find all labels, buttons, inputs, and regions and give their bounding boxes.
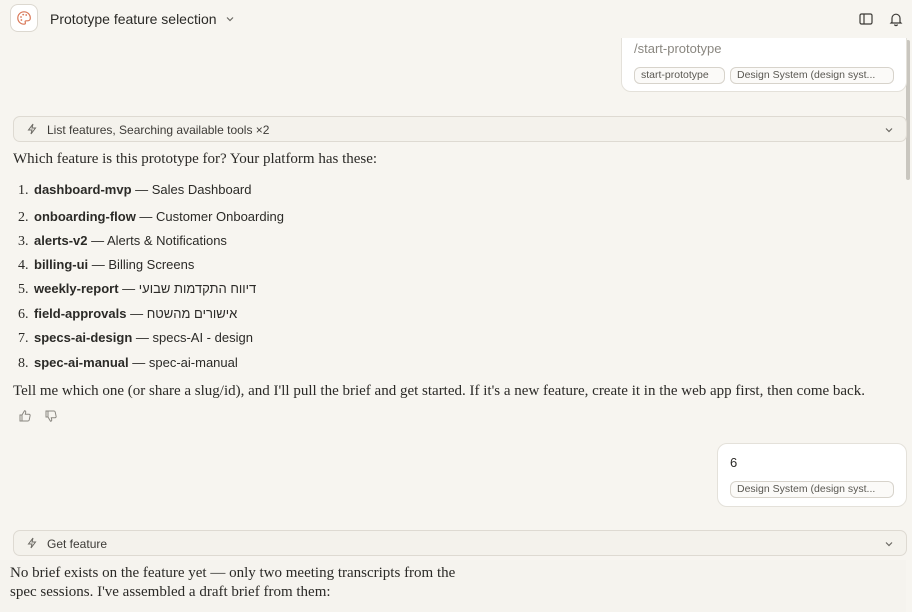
list-item: 2. onboarding-flow — Customer Onboarding: [18, 209, 284, 225]
app-header: Prototype feature selection: [0, 0, 912, 38]
user-reply-text: 6: [730, 455, 738, 470]
user-reply-card: 6 Design System (design syst...: [717, 443, 907, 507]
list-item: 5. weekly-report — דיווח התקדמות שבועי: [18, 281, 257, 297]
thumbs-down-icon[interactable]: [44, 409, 58, 423]
assistant-text-line: No brief exists on the feature yet — onl…: [10, 565, 456, 581]
app-logo-button[interactable]: [10, 4, 38, 32]
list-item: 3. alerts-v2 — Alerts & Notifications: [18, 233, 227, 249]
tool-call-label: Get feature: [47, 537, 108, 551]
thumbs-up-icon[interactable]: [18, 409, 32, 423]
bolt-icon: [27, 123, 37, 135]
conversation-title[interactable]: Prototype feature selection: [50, 11, 217, 27]
bell-icon[interactable]: [888, 11, 904, 27]
list-item: 7. specs-ai-design — specs-AI - design: [18, 330, 253, 346]
assistant-intro: Which feature is this prototype for? You…: [13, 151, 378, 167]
user-command-text: /start-prototype: [634, 41, 722, 56]
tool-call-list-features[interactable]: List features, Searching available tools…: [13, 116, 907, 142]
list-item: 4. billing-ui — Billing Screens: [18, 257, 195, 273]
list-item: 8. spec-ai-manual — spec-ai-manual: [18, 355, 238, 371]
chevron-down-icon[interactable]: [884, 125, 894, 135]
command-chip[interactable]: start-prototype: [634, 67, 725, 84]
assistant-text-line: spec sessions. I've assembled a draft br…: [10, 584, 331, 600]
chevron-down-icon[interactable]: [884, 539, 894, 549]
sidebar-icon[interactable]: [858, 11, 874, 27]
bolt-icon: [27, 537, 37, 549]
assistant-response-2: No brief exists on the feature yet — onl…: [0, 560, 906, 612]
design-system-chip[interactable]: Design System (design syst...: [730, 67, 894, 84]
design-system-chip[interactable]: Design System (design syst...: [730, 481, 894, 498]
chevron-down-icon[interactable]: [225, 14, 235, 24]
palette-icon: [17, 11, 31, 25]
assistant-outro: Tell me which one (or share a slug/id), …: [13, 383, 865, 399]
tool-call-label: List features, Searching available tools…: [47, 123, 270, 137]
list-item: 1. dashboard-mvp — Sales Dashboard: [18, 182, 252, 198]
list-item: 6. field-approvals — אישורים מהשטח: [18, 306, 238, 322]
tool-call-get-feature[interactable]: Get feature: [13, 530, 907, 556]
